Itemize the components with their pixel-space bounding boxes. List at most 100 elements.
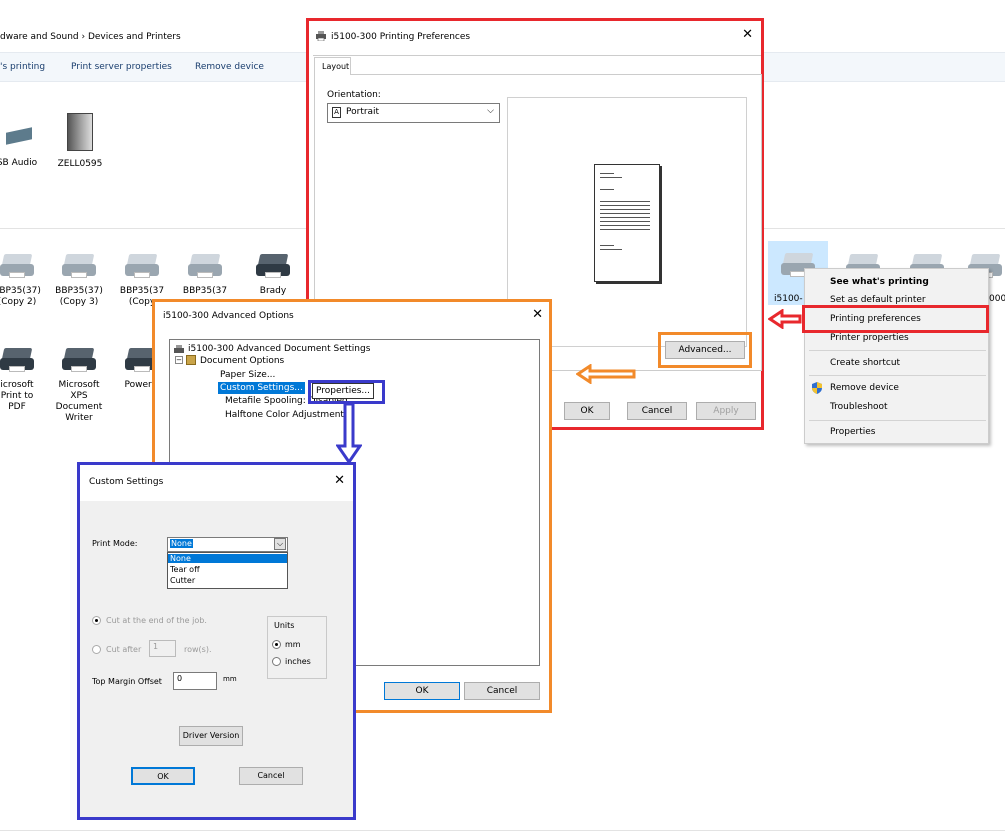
cut-end-radio[interactable] (92, 616, 101, 625)
printer-label: 000 (989, 294, 1005, 304)
cut-after-input[interactable]: 1 (149, 640, 176, 657)
orientation-value: Portrait (346, 107, 380, 117)
print-mode-label: Print Mode: (92, 539, 138, 548)
inches-radio[interactable] (272, 657, 281, 666)
option-tear-off[interactable]: Tear off (170, 565, 200, 574)
top-margin-label: Top Margin Offset (92, 677, 162, 686)
cut-end-label: Cut at the end of the job. (106, 616, 207, 625)
inches-label: inches (285, 657, 311, 666)
printing-preferences-highlight (802, 305, 989, 333)
printer-microsoft-print-to-pdf[interactable]: icrosoft Print to PDF (0, 348, 46, 413)
printer-icon (315, 31, 327, 42)
printer-icon (62, 254, 96, 280)
menu-item-see-whats-printing[interactable]: See what's printing (830, 277, 929, 287)
print-mode-select[interactable]: None ⌵ (167, 537, 288, 552)
driver-version-button[interactable]: Driver Version (179, 726, 243, 746)
printer-label: Brady (259, 286, 287, 296)
blue-arrow-icon (336, 402, 362, 464)
print-mode-value: None (170, 539, 193, 548)
printer-icon (62, 348, 96, 374)
advanced-button[interactable]: Advanced... (665, 341, 745, 359)
rows-label: row(s). (184, 645, 212, 654)
tab-strip-line (313, 55, 761, 56)
printer-icon (0, 254, 34, 280)
chevron-down-icon: ⌵ (487, 106, 494, 116)
printer-label: icrosoft Print to PDF (0, 380, 34, 412)
menu-separator (809, 375, 986, 376)
menu-separator (809, 350, 986, 351)
orange-arrow-icon (576, 364, 636, 384)
ok-button[interactable]: OK (384, 682, 460, 700)
printer-label: BBP35(37 (182, 286, 228, 296)
apply-button[interactable]: Apply (696, 402, 756, 420)
page-preview-icon (594, 164, 660, 282)
see-printing-button[interactable]: 's printing (0, 62, 45, 72)
printer-label: i5100- (774, 294, 803, 304)
window-bottom-border (0, 830, 1005, 831)
tree-paper-size[interactable]: Paper Size... (220, 370, 275, 380)
printer-icon (125, 254, 159, 280)
folder-icon (186, 355, 196, 365)
print-mode-dropdown: None Tear off Cutter (167, 552, 288, 589)
printer-bbp35-copy2[interactable]: BBP35(37) (Copy 2) (0, 254, 46, 308)
printer-icon (256, 254, 290, 280)
tree-root[interactable]: i5100-300 Advanced Document Settings (188, 344, 370, 354)
units-label: Units (272, 621, 297, 630)
menu-item-printer-properties[interactable]: Printer properties (830, 333, 909, 343)
remove-device-button[interactable]: Remove device (195, 62, 264, 72)
printer-icon (188, 254, 222, 280)
menu-item-troubleshoot[interactable]: Troubleshoot (830, 402, 888, 412)
printer-bbp35[interactable]: BBP35(37 (176, 254, 234, 297)
menu-item-set-default[interactable]: Set as default printer (830, 295, 926, 305)
top-margin-input[interactable]: 0 (173, 672, 217, 690)
device-usb-audio[interactable]: SB Audio (0, 120, 46, 169)
close-icon[interactable]: ✕ (532, 307, 543, 322)
print-server-properties-button[interactable]: Print server properties (71, 62, 172, 72)
dialog-title: i5100-300 Printing Preferences (331, 32, 471, 42)
menu-item-remove-device[interactable]: Remove device (830, 383, 899, 393)
ok-button[interactable]: OK (564, 402, 610, 420)
printer-icon (173, 345, 185, 355)
cancel-button[interactable]: Cancel (627, 402, 687, 420)
device-zell0595[interactable]: ZELL0595 (51, 113, 109, 170)
tree-custom-settings[interactable]: Custom Settings... (218, 382, 305, 394)
cancel-button[interactable]: Cancel (239, 767, 303, 785)
menu-item-create-shortcut[interactable]: Create shortcut (830, 358, 900, 368)
printer-microsoft-xps[interactable]: Microsoft XPS Document Writer (50, 348, 108, 424)
context-menu: See what's printing Set as default print… (804, 268, 989, 444)
mm-radio[interactable] (272, 640, 281, 649)
computer-tower-icon (67, 113, 93, 151)
printer-brady[interactable]: Brady (244, 254, 302, 297)
dialog-title: i5100-300 Advanced Options (163, 311, 294, 321)
dialog-title: Custom Settings (89, 477, 164, 487)
orientation-select[interactable]: A Portrait ⌵ (327, 103, 500, 123)
tree-document-options[interactable]: Document Options (200, 356, 284, 366)
option-cutter[interactable]: Cutter (170, 576, 195, 585)
custom-settings-dialog: Custom Settings ✕ Print Mode: None ⌵ Non… (77, 462, 356, 820)
mm-label: mm (285, 640, 301, 649)
orientation-label: Orientation: (327, 90, 381, 100)
breadcrumb[interactable]: dware and Sound › Devices and Printers (0, 32, 181, 42)
cancel-button[interactable]: Cancel (464, 682, 540, 700)
option-none[interactable]: None (168, 554, 287, 563)
cut-after-radio[interactable] (92, 645, 101, 654)
device-label: SB Audio (0, 158, 38, 168)
chevron-down-icon[interactable]: ⌵ (274, 538, 286, 550)
printer-icon (0, 348, 34, 374)
ok-button[interactable]: OK (131, 767, 195, 785)
device-label: ZELL0595 (57, 159, 103, 169)
printer-label: Microsoft XPS Document Writer (55, 380, 103, 423)
printer-label: BBP35(37) (Copy 3) (55, 286, 103, 307)
close-icon[interactable]: ✕ (742, 27, 753, 42)
tree-halftone[interactable]: Halftone Color Adjustment... (225, 410, 353, 420)
close-icon[interactable]: ✕ (334, 473, 345, 488)
menu-separator (809, 420, 986, 421)
portrait-icon: A (332, 107, 341, 118)
collapse-icon[interactable]: − (175, 356, 183, 364)
tab-layout[interactable]: Layout (314, 57, 351, 75)
menu-item-properties[interactable]: Properties (830, 427, 875, 437)
speaker-icon (2, 120, 32, 150)
top-margin-unit: mm (223, 675, 237, 683)
red-arrow-icon (768, 309, 802, 329)
printer-bbp35-copy3[interactable]: BBP35(37) (Copy 3) (50, 254, 108, 308)
